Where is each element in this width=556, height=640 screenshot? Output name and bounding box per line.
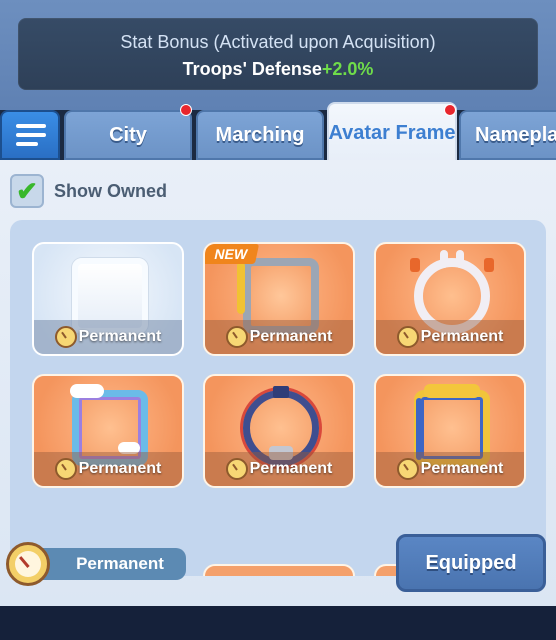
frame-card-duration-label: Permanent [249, 460, 333, 477]
frame-card-duration-label: Permanent [78, 328, 162, 345]
frame-card-partial[interactable] [203, 564, 355, 576]
tab-avatar-frame-notification-dot [444, 104, 456, 116]
blue-ribbon-icon [416, 398, 422, 460]
tab-avatar-frame-label: Avatar Frame [328, 121, 456, 144]
tab-nameplate[interactable]: Nameplate [459, 110, 556, 160]
stat-bonus-value: +2.0% [321, 59, 374, 79]
tab-bar: City Marching Avatar Frame Nameplate [0, 100, 556, 162]
cloud-icon [70, 384, 104, 398]
frame-card-duration: Permanent [205, 320, 353, 354]
frame-card-duration-label: Permanent [420, 328, 504, 345]
selected-duration-label: Permanent [76, 554, 164, 573]
clock-icon [54, 326, 77, 348]
clock-icon [396, 458, 419, 480]
frame-card-blank[interactable]: Permanent [32, 242, 184, 356]
bunny-ear-icon [456, 250, 464, 268]
stat-bonus-title: Stat Bonus (Activated upon Acquisition) [120, 32, 436, 52]
clock-icon [6, 542, 50, 586]
avatar-frame-panel: ✔ Show Owned Permanent NEW Permanent Per… [0, 160, 556, 606]
frame-card-duration: Permanent [205, 452, 353, 486]
clock-icon [396, 326, 419, 348]
tab-nameplate-label: Nameplate [475, 123, 556, 146]
menu-list-button[interactable] [0, 110, 60, 160]
stat-bonus-line: Troops' Defense+2.0% [18, 59, 538, 80]
frame-card-golden-pipe[interactable]: NEW Permanent [203, 242, 355, 356]
tab-city-label: City [109, 123, 147, 146]
bunny-ear-icon [440, 250, 448, 268]
gold-drip-icon [237, 262, 245, 314]
bottom-edge [0, 606, 556, 640]
frame-card-duration: Permanent [34, 320, 182, 354]
frame-card-duration: Permanent [376, 320, 524, 354]
frame-card-duration: Permanent [34, 452, 182, 486]
tab-marching-label: Marching [215, 123, 305, 146]
show-owned-filter[interactable]: ✔ Show Owned [10, 174, 167, 208]
frame-card-duration: Permanent [376, 452, 524, 486]
equipped-button[interactable]: Equipped [396, 534, 546, 592]
show-owned-checkbox[interactable]: ✔ [10, 174, 44, 208]
clock-icon [54, 458, 77, 480]
frame-card-rainbow-cloud[interactable]: Permanent [32, 374, 184, 488]
frame-card-duration-label: Permanent [420, 460, 504, 477]
tab-city[interactable]: City [64, 110, 192, 160]
tab-marching[interactable]: Marching [196, 110, 324, 160]
selected-duration-pill: Permanent [40, 548, 186, 580]
frame-card-golden-ribbon[interactable]: Permanent [374, 374, 526, 488]
equipped-button-label: Equipped [425, 551, 517, 574]
stat-bonus-banner: Stat Bonus (Activated upon Acquisition) … [18, 18, 538, 90]
tab-avatar-frame[interactable]: Avatar Frame [327, 102, 457, 162]
frame-grid: Permanent NEW Permanent Permanent Perman… [10, 220, 546, 576]
show-owned-label: Show Owned [54, 180, 168, 201]
crest-icon [273, 386, 289, 398]
tab-city-notification-dot [180, 104, 192, 116]
carrot-icon [410, 258, 420, 272]
frame-card-duration-label: Permanent [249, 328, 333, 345]
frame-card-wreath[interactable]: Permanent [203, 374, 355, 488]
new-badge: NEW [205, 244, 260, 264]
checkmark-icon: ✔ [16, 175, 38, 206]
clock-icon [225, 326, 248, 348]
stat-bonus-label: Troops' Defense [182, 59, 322, 79]
frame-card-bunny[interactable]: Permanent [374, 242, 526, 356]
gold-ornament-icon [424, 384, 480, 398]
clock-icon [225, 458, 248, 480]
frame-card-duration-label: Permanent [78, 460, 162, 477]
carrot-icon [484, 258, 494, 272]
